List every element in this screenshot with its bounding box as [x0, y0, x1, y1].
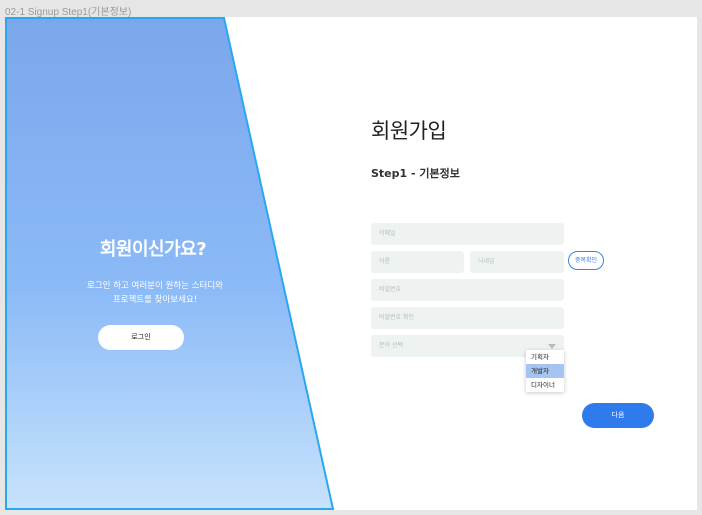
hero-title: 회원이신가요?: [99, 239, 207, 260]
dropdown-option-planner[interactable]: 기획자: [526, 350, 564, 364]
next-button[interactable]: 다음: [582, 403, 654, 428]
dropdown-option-designer[interactable]: 디자이너: [526, 378, 564, 392]
frame-label: 02-1 Signup Step1(기본정보): [5, 7, 132, 18]
nickname-input[interactable]: 닉네임: [470, 251, 564, 273]
field-select-dropdown: 기획자 개발자 디자이너: [526, 350, 564, 392]
email-input[interactable]: 이메일: [371, 223, 564, 245]
duplicate-check-button[interactable]: 중복확인: [568, 251, 604, 270]
hero-background-shape: [5, 17, 335, 510]
page-title: 회원가입: [371, 119, 447, 143]
step-subtitle: Step1 - 기본정보: [371, 167, 460, 180]
password-input[interactable]: 비밀번호: [371, 279, 564, 301]
login-button[interactable]: 로그인: [98, 325, 184, 350]
name-input[interactable]: 이름: [371, 251, 464, 273]
password-confirm-input[interactable]: 비밀번호 확인: [371, 307, 564, 329]
field-select-placeholder: 분야 선택: [379, 342, 403, 349]
signup-artboard: 회원이신가요? 로그인 하고 여러분이 원하는 스터디와 프로젝트를 찾아보세요…: [5, 17, 697, 510]
hero-description: 로그인 하고 여러분이 원하는 스터디와 프로젝트를 찾아보세요!: [45, 279, 265, 307]
hero-description-line: 로그인 하고 여러분이 원하는 스터디와: [87, 281, 223, 291]
chevron-down-icon: [548, 344, 556, 349]
dropdown-option-developer[interactable]: 개발자: [526, 364, 564, 378]
hero-description-line: 프로젝트를 찾아보세요!: [112, 295, 198, 305]
